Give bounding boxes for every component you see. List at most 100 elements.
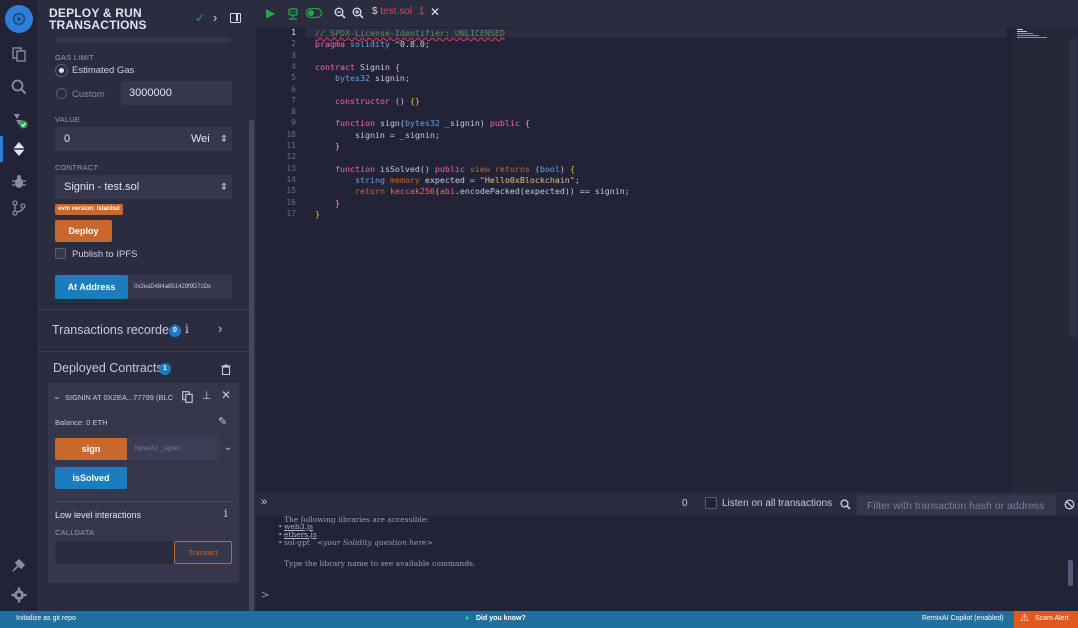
- debugger-icon[interactable]: [9, 172, 29, 192]
- transactions-recorded-count: 0: [169, 325, 181, 337]
- at-address-button[interactable]: At Address: [55, 275, 128, 299]
- code-line[interactable]: constructor () {}: [315, 96, 420, 106]
- terminal-hint-line: Type the library name to see available c…: [284, 559, 476, 568]
- run-script-icon[interactable]: ▶: [266, 6, 275, 20]
- clear-console-icon[interactable]: [1064, 497, 1075, 515]
- code-line[interactable]: }: [315, 198, 340, 208]
- plugin-manager-icon[interactable]: [9, 555, 29, 575]
- code-line[interactable]: return keccak256(abi.encodePacked(expect…: [315, 186, 630, 196]
- code-line[interactable]: function isSolved() public view returns …: [315, 164, 575, 174]
- publish-ipfs-label: Publish to IPFS: [72, 249, 138, 260]
- calldata-input[interactable]: [55, 541, 174, 564]
- custom-gas-radio[interactable]: [56, 88, 67, 99]
- transaction-filter-input[interactable]: Filter with transaction hash or address: [857, 495, 1056, 515]
- did-you-know-tip[interactable]: Did you know?: [476, 615, 526, 622]
- sign-function-button[interactable]: sign: [55, 438, 127, 460]
- tab-test-sol[interactable]: $ test.sol 1: [372, 6, 424, 17]
- editor-tab-bar: ▶ $ test.sol 1 ✕: [256, 0, 1078, 27]
- line-number: 9: [291, 118, 296, 128]
- editor-scrollbar-thumb[interactable]: [1070, 38, 1077, 338]
- line-number: 11: [286, 141, 296, 150]
- info-icon[interactable]: i: [185, 322, 189, 336]
- listen-all-checkbox[interactable]: [705, 497, 717, 509]
- value-unit-select[interactable]: Wei: [191, 133, 210, 145]
- git-init-status[interactable]: Initialize as git repo: [16, 615, 76, 622]
- line-number: 17: [286, 208, 296, 218]
- contract-select[interactable]: Signin - test.sol ⇕: [55, 175, 232, 199]
- code-line[interactable]: pragma solidity ^0.8.0;: [315, 39, 430, 49]
- edit-icon[interactable]: ✎: [218, 415, 227, 428]
- close-icon[interactable]: ✕: [221, 388, 231, 402]
- dock-panel-icon[interactable]: [230, 13, 241, 23]
- ai-assistant-icon[interactable]: [287, 6, 299, 20]
- code-line[interactable]: }: [315, 141, 340, 151]
- side-panel-header: DEPLOY & RUN TRANSACTIONS ✓ ›: [38, 0, 256, 38]
- deployed-contract-row[interactable]: ⌄ SIGNIN AT 0X2EA...77799 (BLC ⊥ ✕: [48, 383, 239, 411]
- file-explorer-icon[interactable]: [9, 44, 29, 64]
- transactions-recorded-label[interactable]: Transactions recorded: [52, 323, 176, 337]
- search-icon[interactable]: [9, 77, 29, 97]
- sign-argument-input[interactable]: bytes32 _signin: [127, 438, 219, 460]
- contract-selected: Signin - test.sol: [64, 181, 140, 193]
- terminal-prompt[interactable]: >: [261, 590, 269, 601]
- code-line[interactable]: signin = _signin;: [315, 130, 440, 140]
- chevron-down-icon[interactable]: ⌄: [224, 442, 232, 453]
- code-line[interactable]: // SPDX-License-Identifier: UNLICENSED: [315, 28, 505, 38]
- updown-chevron-icon: ⇕: [220, 133, 228, 144]
- code-line[interactable]: }: [315, 209, 320, 219]
- info-icon[interactable]: i: [224, 507, 228, 520]
- solidity-compiler-icon[interactable]: [9, 110, 29, 130]
- code-line[interactable]: function sign(bytes32 _signin) public {: [315, 118, 530, 128]
- editor-area: ▶ $ test.sol 1 ✕ 1 2 3 4 5 6 7 8 9 10 11 12 13 14 15 16…: [256, 0, 1078, 492]
- trash-icon[interactable]: [221, 362, 231, 380]
- custom-gas-input[interactable]: 3000000: [121, 81, 232, 105]
- value-label: VALUE: [55, 115, 81, 124]
- is-solved-function-button[interactable]: isSolved: [55, 467, 127, 489]
- chevron-down-icon[interactable]: ⌄: [53, 391, 61, 402]
- gas-limit-label: GAS LIMIT: [55, 53, 94, 62]
- copy-icon[interactable]: [182, 390, 193, 408]
- pin-icon[interactable]: ⊥: [202, 389, 212, 402]
- listen-all-label: Listen on all transactions: [722, 498, 833, 509]
- at-address-input[interactable]: 0x2eaD484a851429f9D7cDx: [128, 275, 232, 299]
- code-line[interactable]: contract Signin {: [315, 62, 400, 72]
- scam-alert-button[interactable]: ⚠ Scam Alert: [1014, 611, 1078, 628]
- zoom-out-icon[interactable]: [334, 6, 346, 20]
- line-number: 4: [291, 61, 296, 71]
- line-number: 15: [286, 186, 296, 196]
- custom-gas-label: Custom: [72, 89, 105, 100]
- code-line[interactable]: string memory expected = "Hello0xBlockch…: [315, 175, 580, 185]
- toggle-switch-icon[interactable]: [306, 6, 322, 20]
- settings-gear-icon[interactable]: [9, 585, 29, 605]
- search-icon[interactable]: [840, 497, 851, 515]
- estimated-gas-radio[interactable]: [56, 65, 67, 76]
- copilot-status[interactable]: RemixAI Copilot (enabled): [922, 615, 1004, 622]
- zoom-in-icon[interactable]: [352, 6, 364, 20]
- line-number: 1: [291, 28, 296, 37]
- publish-ipfs-checkbox[interactable]: [55, 248, 66, 259]
- code-editor[interactable]: // SPDX-License-Identifier: UNLICENSED pr…: [315, 27, 1005, 492]
- git-icon[interactable]: [9, 198, 29, 218]
- line-number: 6: [291, 84, 296, 94]
- chevron-right-icon[interactable]: ›: [218, 321, 222, 336]
- line-number: 13: [286, 163, 296, 173]
- close-tab-icon[interactable]: ✕: [430, 5, 440, 19]
- transact-button[interactable]: Transact: [174, 541, 232, 564]
- terminal-toolbar: » 0 Listen on all transactions Filter wi…: [256, 492, 1078, 516]
- warning-icon: ⚠: [1020, 613, 1029, 624]
- value-input[interactable]: 0 Wei ⇕: [55, 127, 232, 151]
- side-panel-scrollbar[interactable]: [249, 120, 254, 611]
- estimated-gas-label: Estimated Gas: [72, 65, 135, 76]
- minimap[interactable]: [1013, 27, 1069, 492]
- remix-logo-icon[interactable]: [5, 5, 33, 33]
- at-address-value: 0x2eaD484a851429f9D7cDx: [134, 284, 212, 290]
- terminal-output[interactable]: The following libraries are accessible: …: [256, 515, 1078, 611]
- terminal-scrollbar[interactable]: [1068, 560, 1073, 586]
- chevron-right-icon[interactable]: ›: [213, 10, 217, 25]
- deploy-run-icon[interactable]: [9, 139, 29, 159]
- deploy-button[interactable]: Deploy: [55, 220, 112, 242]
- code-line[interactable]: bytes32 signin;: [315, 73, 410, 83]
- contract-label: CONTRACT: [55, 163, 99, 172]
- collapse-terminal-icon[interactable]: »: [261, 496, 267, 508]
- line-number: 8: [291, 107, 296, 117]
